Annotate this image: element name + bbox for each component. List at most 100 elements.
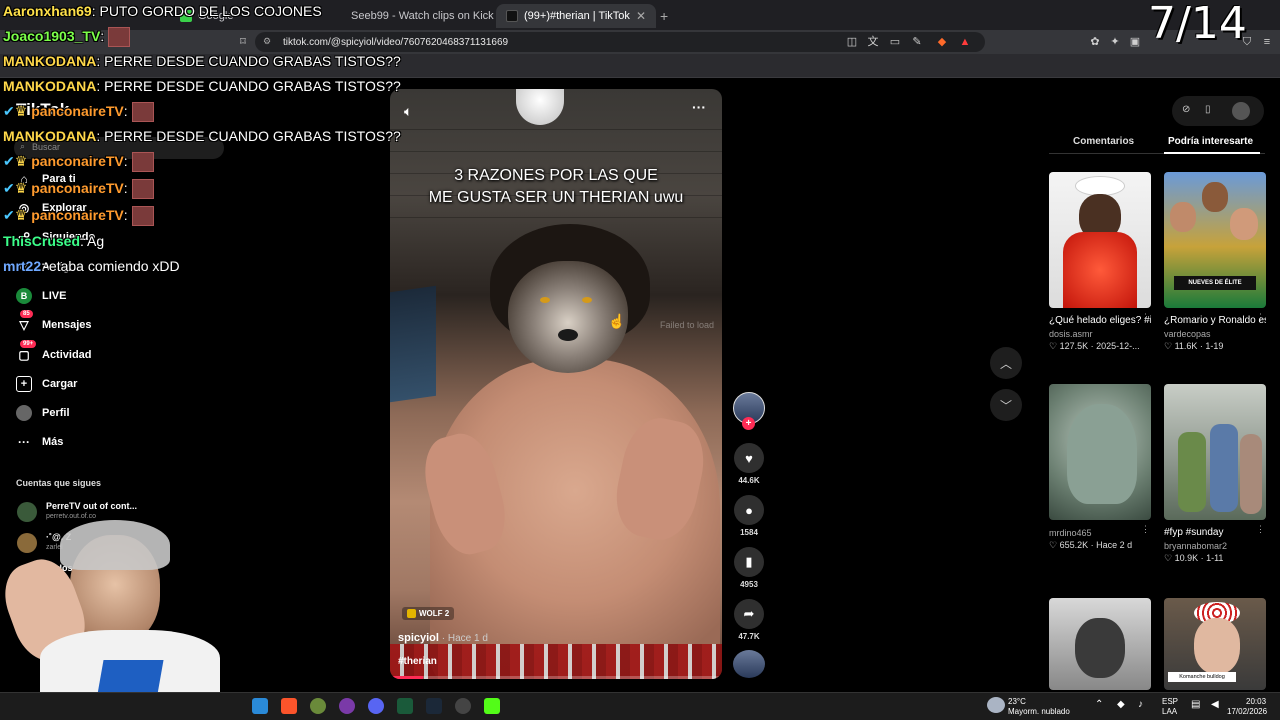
app-icon[interactable]	[252, 698, 268, 714]
recommended-video-card[interactable]: ¿Qué helado eliges? #ia... dosis.asmr ♡ …	[1049, 172, 1151, 352]
activity-icon: ▢ 99+	[16, 340, 37, 363]
clock-date[interactable]: 17/02/2026	[1227, 707, 1267, 717]
more-options-icon[interactable]: ⋮	[1256, 312, 1265, 323]
emote-icon	[131, 206, 154, 227]
site-settings-icon[interactable]: ⚙	[263, 36, 271, 47]
recommended-video-card[interactable]: mrdino465 ♡ 655.2K · Hace 2 d ⋮	[1049, 384, 1151, 551]
author-name[interactable]: spicyiol	[398, 632, 439, 644]
phone-icon[interactable]: ▯	[1205, 104, 1211, 115]
video-caption: 3 RAZONES POR LAS QUE ME GUSTA SER UN TH…	[400, 165, 712, 209]
translate-icon[interactable]: 文	[866, 35, 880, 49]
microphone-icon[interactable]: ♪	[1138, 700, 1143, 710]
sidebar-item-label: Perfil	[42, 407, 70, 419]
puzzle-icon[interactable]: ✦	[1108, 35, 1122, 49]
more-options-icon[interactable]: ⋮	[1256, 524, 1265, 535]
close-icon[interactable]: ✕	[636, 9, 646, 23]
face	[1202, 182, 1228, 212]
reader-icon[interactable]: ◫	[845, 35, 859, 49]
sidebar-item-cargar[interactable]: + Cargar	[16, 373, 77, 395]
video-hashtag[interactable]: #therian	[398, 656, 437, 667]
app-icon[interactable]	[310, 698, 326, 714]
thumbnail-overlay-text: NUEVES DE ÉLITE	[1174, 276, 1256, 290]
sidebar-item-actividad[interactable]: ▢ 99+ Actividad	[16, 340, 92, 366]
video-progress-bar[interactable]	[390, 676, 722, 679]
recommended-video-card[interactable]	[1049, 598, 1151, 690]
chat-message: mrt22: etaba comiendo xDD	[3, 257, 180, 275]
kick-icon[interactable]	[484, 698, 500, 714]
red-dessert	[1063, 232, 1137, 308]
tray-app-icon[interactable]: ◆	[1117, 700, 1125, 710]
sidebar-item-live[interactable]: B LIVE	[16, 285, 66, 307]
previous-video-button[interactable]: ︿	[990, 347, 1022, 379]
user-avatar[interactable]	[1232, 102, 1250, 120]
menu-icon[interactable]: ≡	[1260, 35, 1274, 49]
clip-counter: 7/14	[1148, 0, 1247, 49]
wolf-eye	[582, 297, 592, 303]
sidebar-item-perfil[interactable]: Perfil	[16, 402, 70, 424]
speed-icon[interactable]: ⊘	[1182, 104, 1190, 115]
rewards-icon[interactable]: ▲	[958, 35, 972, 49]
like-count: 44.6K	[738, 476, 760, 485]
tab-podria-interesarte[interactable]: Podría interesarte	[1168, 136, 1253, 147]
chat-text: :	[123, 103, 128, 119]
brave-shield-icon[interactable]: ◆	[935, 35, 949, 49]
clock-time[interactable]: 20:03	[1246, 697, 1266, 707]
background-screen	[390, 285, 436, 403]
chat-text: : etaba comiendo xDD	[41, 258, 180, 274]
card-title: #fyp #sunday	[1164, 527, 1224, 538]
language-code[interactable]: ESP	[1162, 697, 1178, 707]
more-options-icon[interactable]: ···	[692, 99, 706, 115]
verified-icon: ✔	[3, 103, 15, 119]
screen-icon[interactable]: ▭	[888, 35, 902, 49]
comment-icon: ●	[734, 495, 764, 525]
next-video-button[interactable]: ﹀	[990, 389, 1022, 421]
comment-button[interactable]: ● 1584	[733, 495, 765, 537]
like-button[interactable]: ♥ 44.6K	[733, 443, 765, 485]
video-author[interactable]: spicyiol · Hace 1 d	[398, 632, 488, 644]
bookmark-button[interactable]: ▮ 4953	[733, 547, 765, 589]
sound-disc-icon[interactable]	[733, 650, 765, 678]
app-icon[interactable]	[397, 698, 413, 714]
recommended-video-card[interactable]: NUEVES DE ÉLITE ¿Romario y Ronaldo están…	[1164, 172, 1266, 352]
chat-username: Aaronxhan69	[3, 3, 92, 19]
app-icon[interactable]	[339, 698, 355, 714]
steam-icon[interactable]	[426, 698, 442, 714]
more-options-icon[interactable]: ⋮	[1141, 312, 1150, 323]
discord-icon[interactable]	[368, 698, 384, 714]
volume-icon[interactable]: 🔈︎	[404, 103, 412, 120]
browser-tab[interactable]: Seeb99 - Watch clips on Kick	[335, 4, 495, 28]
emote-icon	[131, 179, 154, 200]
app-icon[interactable]	[455, 698, 471, 714]
bookmark-icon[interactable]: ⌑	[236, 35, 250, 49]
chat-text: : PUTO GORDO DE LOS COJONES	[91, 3, 322, 19]
keyboard-layout[interactable]: LAA	[1162, 707, 1177, 717]
chevron-up-icon[interactable]: ⌃	[1095, 700, 1103, 710]
edit-icon[interactable]: ✎	[910, 35, 924, 49]
ceiling-line	[390, 217, 722, 218]
card-stats: ♡ 655.2K · Hace 2 d	[1049, 540, 1133, 550]
card-stats: ♡ 10.9K · 1-11	[1164, 553, 1224, 563]
tab-comentarios[interactable]: Comentarios	[1073, 136, 1134, 147]
crown-icon: ♛	[14, 103, 28, 119]
new-tab-button[interactable]: +	[660, 4, 680, 28]
video-player[interactable]: 🔈︎ ··· 3 RAZONES POR LAS QUE ME GUSTA SE…	[390, 89, 722, 679]
network-icon[interactable]: ▤	[1191, 700, 1200, 710]
sidebar-item-mas[interactable]: ··· Más	[16, 431, 63, 453]
sidebar-item-mensajes[interactable]: ▽ 85 Mensajes	[16, 310, 92, 336]
brave-icon[interactable]	[281, 698, 297, 714]
sidebar-icon[interactable]: ▣	[1128, 35, 1142, 49]
active-tab-indicator	[1164, 152, 1260, 154]
crown-icon: ♛	[14, 207, 28, 223]
effect-badge[interactable]: WOLF 2	[402, 607, 455, 621]
volume-icon[interactable]: ◀	[1211, 700, 1219, 710]
follow-plus-icon[interactable]: +	[742, 417, 755, 430]
browser-tab-active[interactable]: (99+)#therian | TikTok ✕	[496, 4, 656, 28]
share-button[interactable]: ➦ 47.7K	[733, 599, 765, 641]
recommended-video-card[interactable]: #fyp #sunday bryannabomar2 ♡ 10.9K · 1-1…	[1164, 384, 1266, 564]
extension-icon[interactable]: ✿	[1088, 35, 1102, 49]
more-options-icon[interactable]: ⋮	[1141, 524, 1150, 535]
chat-text: : Ag	[80, 233, 105, 249]
card-title: ¿Romario y Ronaldo están al...	[1164, 315, 1266, 326]
card-stats: ♡ 127.5K · 2025-12-...	[1049, 341, 1140, 351]
recommended-video-card[interactable]: Komanche bulldog	[1164, 598, 1266, 690]
